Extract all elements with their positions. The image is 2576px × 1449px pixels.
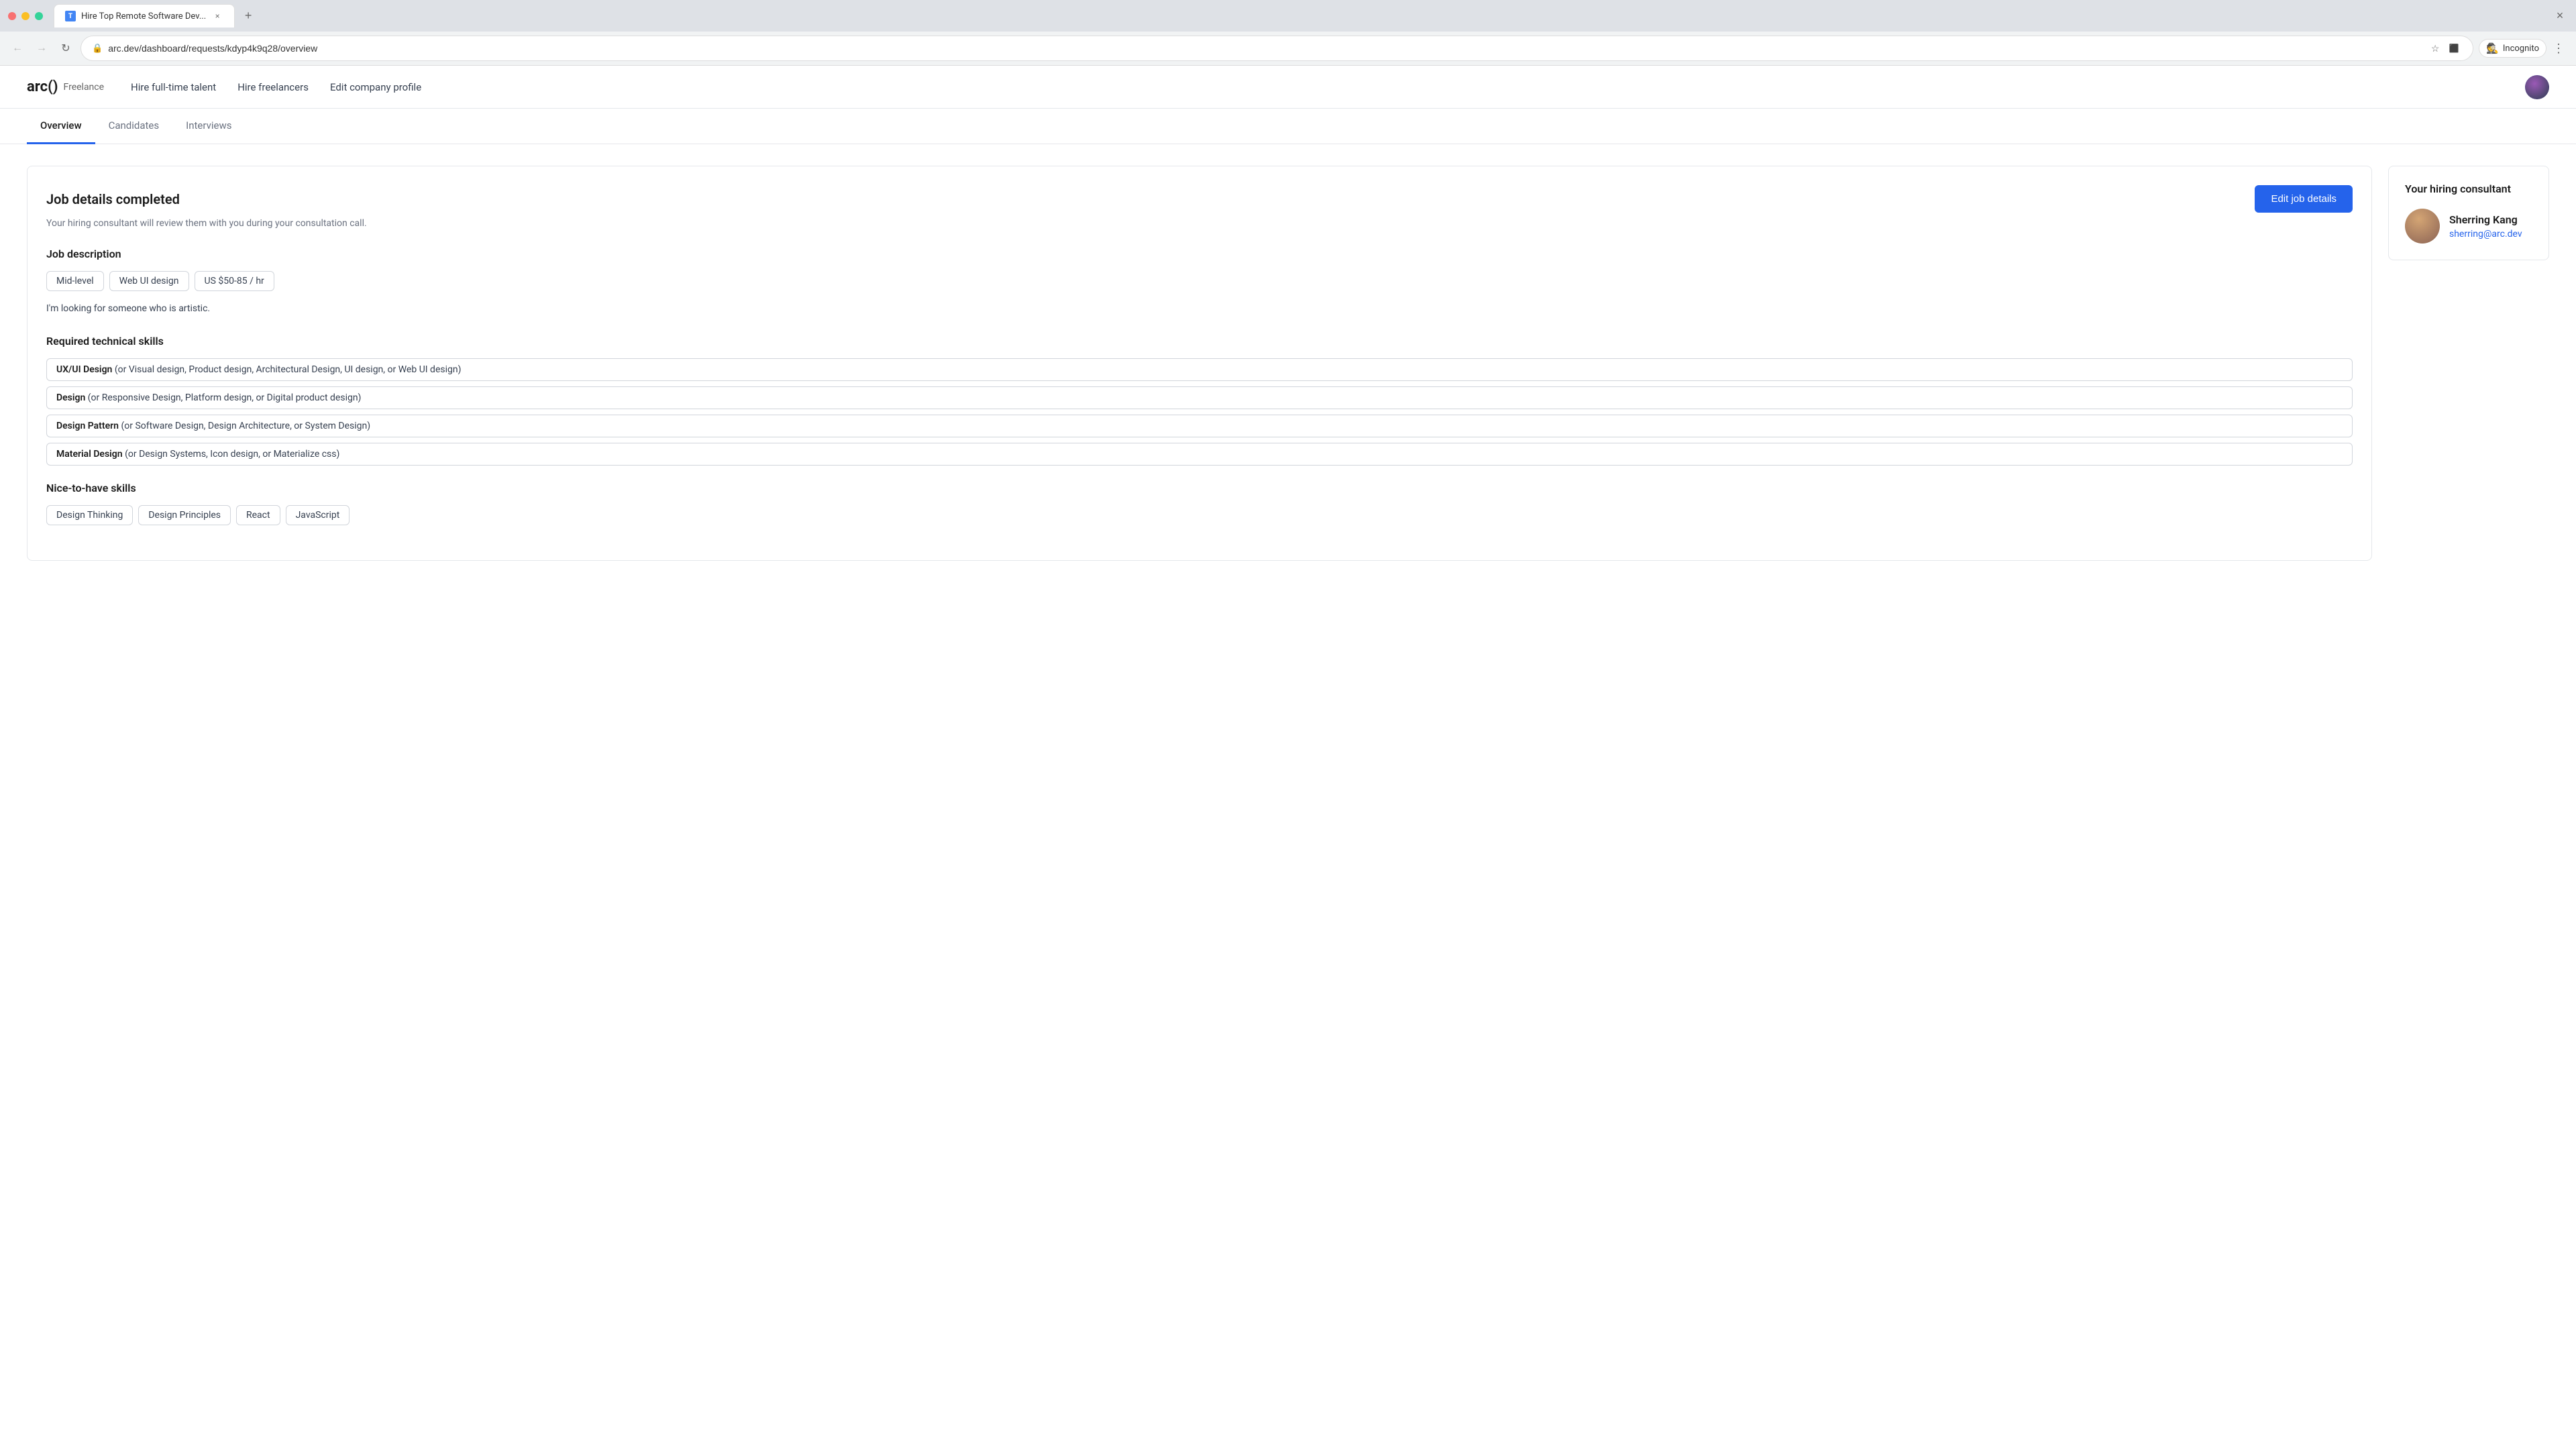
window-close[interactable]: × — [2552, 8, 2568, 24]
tab-label: Hire Top Remote Software Dev... — [81, 11, 206, 21]
tab-interviews[interactable]: Interviews — [172, 109, 245, 144]
logo-freelance: Freelance — [64, 82, 105, 93]
job-tags-row: Mid-level Web UI design US $50-85 / hr — [46, 271, 2353, 291]
skill-design-pattern: Design Pattern (or Software Design, Desi… — [46, 415, 2353, 437]
job-description-label: Job description — [46, 248, 2353, 260]
skill-uxui: UX/UI Design (or Visual design, Product … — [46, 358, 2353, 381]
address-bar-icons: ☆ ⬛ — [2427, 40, 2462, 56]
tab-overview[interactable]: Overview — [27, 109, 95, 144]
app: arc() Freelance Hire full-time talent Hi… — [0, 66, 2576, 582]
nice-tag-react: React — [236, 505, 280, 525]
tag-type: Web UI design — [109, 271, 189, 291]
consultant-name: Sherring Kang — [2449, 213, 2522, 226]
consultant-title: Your hiring consultant — [2405, 182, 2532, 195]
edit-job-button[interactable]: Edit job details — [2255, 185, 2353, 213]
nav-hire-fulltime[interactable]: Hire full-time talent — [131, 81, 216, 93]
logo[interactable]: arc() Freelance — [27, 78, 104, 95]
lock-icon: 🔒 — [92, 44, 103, 54]
consultant-details: Sherring Kang sherring@arc.dev — [2449, 213, 2522, 239]
content-left: Job details completed Edit job details Y… — [27, 166, 2372, 561]
nice-to-have-tags: Design Thinking Design Principles React … — [46, 505, 2353, 525]
incognito-label: Incognito — [2503, 44, 2539, 54]
logo-arc: arc() — [27, 78, 58, 95]
nice-to-have-label: Nice-to-have skills — [46, 482, 2353, 494]
more-menu-button[interactable]: ⋮ — [2549, 39, 2568, 58]
title-bar: T Hire Top Remote Software Dev... × + × — [0, 0, 2576, 32]
nice-tag-design-thinking: Design Thinking — [46, 505, 133, 525]
skill-design-pattern-alt: (or Software Design, Design Architecture… — [121, 421, 370, 431]
nav-links: Hire full-time talent Hire freelancers E… — [131, 81, 2525, 93]
tag-level: Mid-level — [46, 271, 104, 291]
job-details-header: Job details completed Edit job details — [46, 185, 2353, 213]
required-skills-section: Required technical skills UX/UI Design (… — [46, 335, 2353, 466]
forward-button[interactable]: → — [32, 39, 51, 58]
nav-hire-freelancers[interactable]: Hire freelancers — [237, 81, 309, 93]
address-bar-row: ← → ↻ 🔒 ☆ ⬛ 🕵️ Incognito ⋮ — [0, 32, 2576, 65]
incognito-icon: 🕵️ — [2486, 42, 2499, 54]
skill-material-design-alt: (or Design Systems, Icon design, or Mate… — [125, 449, 339, 460]
browser-toolbar-right: 🕵️ Incognito ⋮ — [2479, 39, 2568, 58]
close-window-button[interactable] — [8, 12, 16, 20]
skill-design-alt: (or Responsive Design, Platform design, … — [88, 392, 362, 403]
job-description-section: Job description Mid-level Web UI design … — [46, 248, 2353, 316]
nav-edit-profile[interactable]: Edit company profile — [330, 81, 421, 93]
consultant-info: Sherring Kang sherring@arc.dev — [2405, 209, 2532, 244]
window-controls — [8, 12, 43, 20]
skill-material-design-main: Material Design — [56, 449, 123, 460]
job-details-subtitle: Your hiring consultant will review them … — [46, 218, 2353, 229]
close-tab-button[interactable]: × — [211, 10, 223, 22]
maximize-window-button[interactable] — [35, 12, 43, 20]
job-details-title: Job details completed — [46, 191, 180, 207]
skill-design-pattern-main: Design Pattern — [56, 421, 119, 431]
main-content: Job details completed Edit job details Y… — [0, 144, 2576, 582]
browser-chrome: T Hire Top Remote Software Dev... × + × … — [0, 0, 2576, 66]
app-header: arc() Freelance Hire full-time talent Hi… — [0, 66, 2576, 109]
bookmark-button[interactable]: ☆ — [2427, 40, 2443, 56]
skill-uxui-alt: (or Visual design, Product design, Archi… — [115, 364, 462, 375]
page-tabs: Overview Candidates Interviews — [0, 109, 2576, 144]
new-tab-button[interactable]: + — [239, 7, 258, 25]
extensions-button[interactable]: ⬛ — [2446, 40, 2462, 56]
consultant-avatar-img — [2405, 209, 2440, 244]
nice-tag-javascript: JavaScript — [286, 505, 350, 525]
skill-design-main: Design — [56, 392, 85, 403]
minimize-window-button[interactable] — [21, 12, 30, 20]
skill-design: Design (or Responsive Design, Platform d… — [46, 386, 2353, 409]
nice-tag-design-principles: Design Principles — [138, 505, 231, 525]
skill-material-design: Material Design (or Design Systems, Icon… — [46, 443, 2353, 466]
tag-rate: US $50-85 / hr — [195, 271, 274, 291]
tab-bar: T Hire Top Remote Software Dev... × + — [48, 4, 263, 28]
url-input[interactable] — [108, 43, 2422, 54]
address-bar[interactable]: 🔒 ☆ ⬛ — [80, 36, 2473, 61]
content-right: Your hiring consultant Sherring Kang she… — [2388, 166, 2549, 561]
consultant-card: Your hiring consultant Sherring Kang she… — [2388, 166, 2549, 260]
nice-to-have-section: Nice-to-have skills Design Thinking Desi… — [46, 482, 2353, 525]
incognito-badge[interactable]: 🕵️ Incognito — [2479, 39, 2546, 58]
avatar-image — [2525, 75, 2549, 99]
consultant-email[interactable]: sherring@arc.dev — [2449, 229, 2522, 239]
tab-candidates[interactable]: Candidates — [95, 109, 173, 144]
job-details-card: Job details completed Edit job details Y… — [27, 166, 2372, 561]
active-tab[interactable]: T Hire Top Remote Software Dev... × — [54, 4, 235, 28]
skill-uxui-main: UX/UI Design — [56, 364, 112, 375]
tab-favicon: T — [65, 11, 76, 21]
consultant-avatar — [2405, 209, 2440, 244]
required-skills-label: Required technical skills — [46, 335, 2353, 347]
description-text: I'm looking for someone who is artistic. — [46, 302, 2353, 316]
refresh-button[interactable]: ↻ — [56, 39, 75, 58]
user-avatar[interactable] — [2525, 75, 2549, 99]
back-button[interactable]: ← — [8, 39, 27, 58]
